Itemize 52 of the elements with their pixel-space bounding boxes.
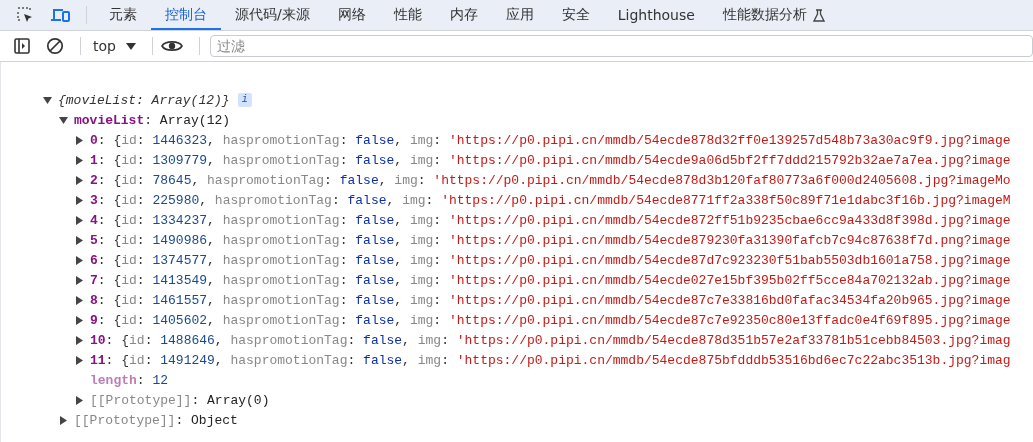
- collapse-arrow-icon[interactable]: [59, 115, 68, 125]
- console-entry[interactable]: 10: {id: 1488646, haspromotionTag: false, img: 'https://p0.pipi.cn/mmdb/54ecde878d351b57e2af33781b51cebb84503.jpg?imag: [90, 332, 1011, 348]
- sidebar-toggle-icon[interactable]: [14, 38, 30, 54]
- console-entry[interactable]: 0: {id: 1446323, haspromotionTag: false, img: 'https://p0.pipi.cn/mmdb/54ecde878d32ff0e139257d548b73a30ac9f9.jpg?image: [90, 132, 1011, 148]
- caret-icon[interactable]: [125, 42, 136, 50]
- expand-arrow-icon[interactable]: [75, 295, 84, 305]
- console-entry[interactable]: 1: {id: 1309779, haspromotionTag: false, img: 'https://p0.pipi.cn/mmdb/54ecde9a06d5bf2ff7ddd215792b32ae7a7ea.jpg?image: [90, 152, 1011, 168]
- clear-console-icon[interactable]: [46, 37, 64, 55]
- expand-arrow-icon[interactable]: [75, 195, 84, 205]
- expand-arrow-icon[interactable]: [75, 255, 84, 265]
- tab[interactable]: 内存: [435, 0, 492, 30]
- expand-arrow-icon[interactable]: [75, 215, 84, 225]
- collapse-arrow-icon[interactable]: [43, 95, 52, 105]
- console-entry[interactable]: 11: {id: 1491249, haspromotionTag: false, img: 'https://p0.pipi.cn/mmdb/54ecde875bfdddb53516bd6ec7c22abc3513b.jpg?imag: [90, 352, 1011, 368]
- console-entry[interactable]: 7: {id: 1413549, haspromotionTag: false, img: 'https://p0.pipi.cn/mmdb/54ecde027e15bf395b02ff5cce84a702132ab.jpg?image: [90, 272, 1011, 288]
- device-toolbar-icon[interactable]: [50, 7, 70, 23]
- tab[interactable]: 元素: [95, 0, 151, 30]
- expand-arrow-icon[interactable]: [75, 395, 84, 405]
- context-selector[interactable]: top: [89, 38, 140, 54]
- console-entry[interactable]: [[Prototype]]: Array(0): [90, 392, 270, 408]
- console-entry[interactable]: 6: {id: 1374577, haspromotionTag: false, img: 'https://p0.pipi.cn/mmdb/54ecde87d7c923230f51bab5503db1601a758.jpg?image: [90, 252, 1011, 268]
- expand-arrow-icon[interactable]: [75, 335, 84, 345]
- tab[interactable]: Lighthouse: [603, 0, 709, 30]
- eye-icon[interactable]: [160, 39, 183, 53]
- tab[interactable]: 控制台: [151, 0, 221, 30]
- expand-arrow-icon[interactable]: [75, 155, 84, 165]
- console-entry[interactable]: 8: {id: 1461557, haspromotionTag: false, img: 'https://p0.pipi.cn/mmdb/54ecde87c7e33816bd0fafac34534fa20b965.jpg?image: [90, 292, 1011, 308]
- tab[interactable]: 应用: [491, 0, 548, 30]
- tab[interactable]: 安全: [547, 0, 604, 30]
- console-entry[interactable]: movieList: Array(12): [74, 112, 231, 128]
- inspect-element-icon[interactable]: [16, 6, 34, 24]
- expand-arrow-icon[interactable]: [75, 175, 84, 185]
- info-badge[interactable]: i: [237, 93, 252, 107]
- expand-arrow-icon[interactable]: [75, 235, 84, 245]
- expand-arrow-icon[interactable]: [59, 415, 68, 425]
- object-summary[interactable]: {movieList: Array(12)}: [58, 92, 230, 108]
- tab[interactable]: 源代码/来源: [221, 0, 324, 30]
- tab[interactable]: 性能数据分析: [708, 0, 839, 30]
- expand-arrow-icon[interactable]: [75, 275, 84, 285]
- console-entry[interactable]: [[Prototype]]: Object: [74, 412, 238, 428]
- tab[interactable]: 性能: [379, 0, 436, 30]
- expand-arrow-icon[interactable]: [75, 135, 84, 145]
- tab[interactable]: 网络: [323, 0, 380, 30]
- console-entry[interactable]: 4: {id: 1334237, haspromotionTag: false, img: 'https://p0.pipi.cn/mmdb/54ecde872ff51b9235cbae6cc9a433d8f398d.jpg?image: [90, 212, 1011, 228]
- console-entry[interactable]: 3: {id: 225980, haspromotionTag: false, img: 'https://p0.pipi.cn/mmdb/54ecde8771ff2a338f50c89f71e1dabc3f16b.jpg?imageM: [90, 192, 1011, 208]
- console-entry[interactable]: 9: {id: 1405602, haspromotionTag: false, img: 'https://p0.pipi.cn/mmdb/54ecde87c7e92350c80e13ffadc0e4f69f895.jpg?image: [90, 312, 1011, 328]
- console-entry[interactable]: 5: {id: 1490986, haspromotionTag: false, img: 'https://p0.pipi.cn/mmdb/54ecde879230fa31390fafcb7c94c87638f7d.png?image: [90, 232, 1011, 248]
- expand-arrow-icon[interactable]: [75, 315, 84, 325]
- console-entry[interactable]: 2: {id: 78645, haspromotionTag: false, img: 'https://p0.pipi.cn/mmdb/54ecde878d3b120faf80773a6f000d2405608.jpg?imageMo: [90, 172, 1011, 188]
- console-entry[interactable]: length: 12: [90, 372, 169, 388]
- filter-field[interactable]: 过滤: [209, 35, 1033, 57]
- expand-arrow-icon[interactable]: [75, 355, 84, 365]
